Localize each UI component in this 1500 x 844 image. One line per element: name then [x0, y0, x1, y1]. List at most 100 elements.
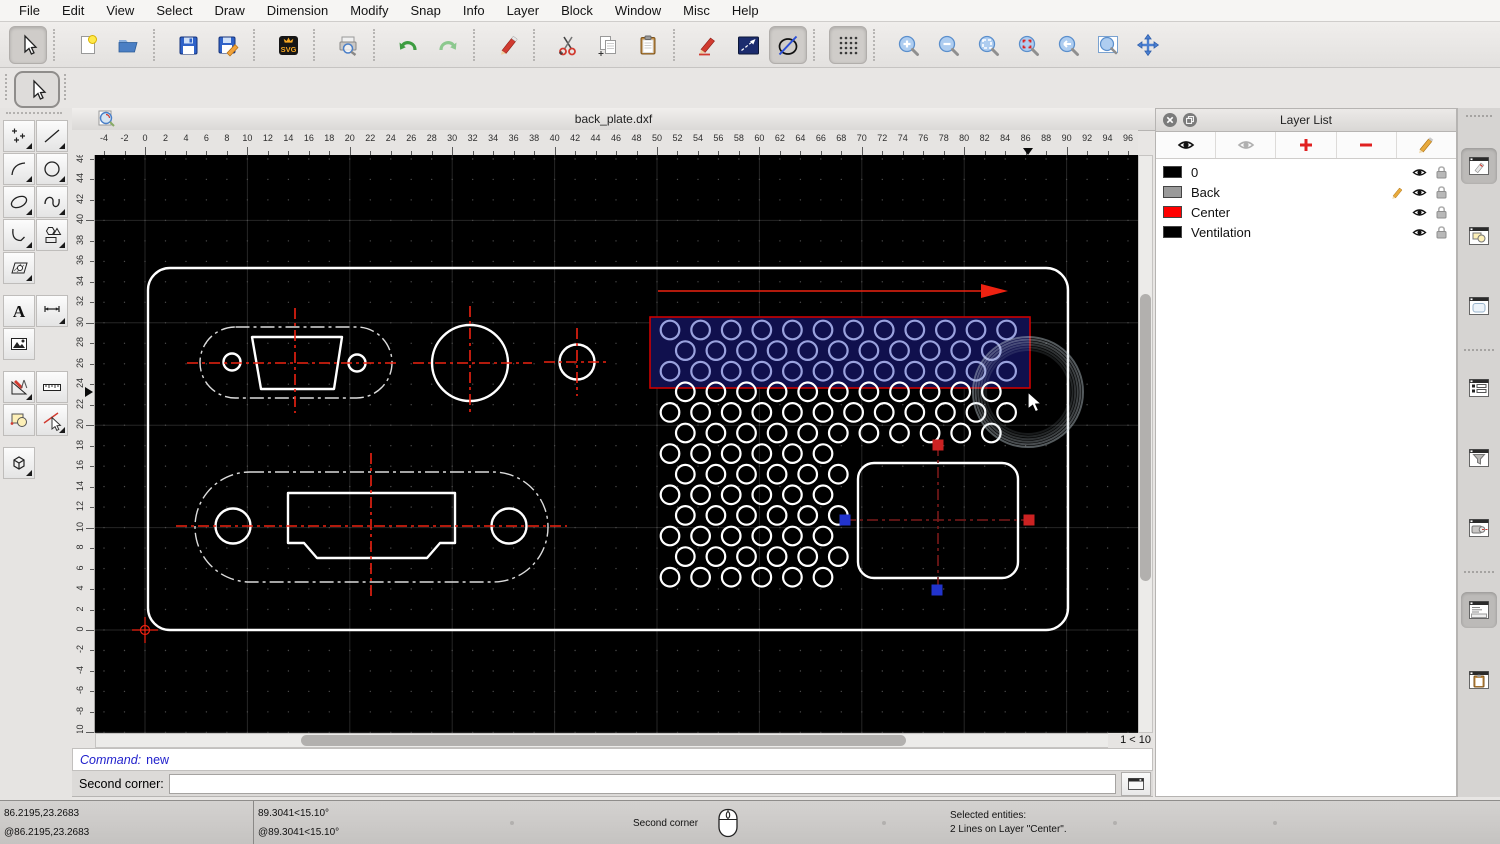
tool-ellipse-button[interactable] [3, 186, 35, 218]
vertical-scrollbar-thumb[interactable] [1140, 294, 1151, 581]
layer-row-back[interactable]: Back [1156, 182, 1456, 202]
layer-lock-icon[interactable] [1434, 225, 1449, 239]
library-browser-panel-button[interactable] [1461, 288, 1497, 324]
tool-hatch-button[interactable] [3, 252, 35, 284]
tool-line-button[interactable] [36, 120, 68, 152]
line-tool-button[interactable] [729, 26, 767, 64]
tool-circle-button[interactable] [36, 153, 68, 185]
hdmi-connector-cutout[interactable] [176, 453, 567, 597]
layer-row-ventilation[interactable]: Ventilation [1156, 222, 1456, 242]
menu-item-edit[interactable]: Edit [51, 3, 95, 18]
tool-arc-button[interactable] [3, 153, 35, 185]
ruler-label: 40 [549, 133, 560, 143]
tool-blocks-button[interactable] [3, 404, 35, 436]
layer-visibility-eye-icon[interactable] [1412, 227, 1427, 238]
zoom-window-button[interactable] [1089, 26, 1127, 64]
layer-visibility-eye-icon[interactable] [1412, 187, 1427, 198]
ventilation-holes[interactable] [659, 319, 1017, 588]
delete-button[interactable] [489, 26, 527, 64]
command-input[interactable] [168, 773, 1116, 794]
print-preview-button[interactable] [329, 26, 367, 64]
tool-spline-button[interactable] [36, 186, 68, 218]
show-all-layers-button[interactable] [1156, 132, 1217, 158]
rounded-cutout[interactable] [845, 445, 1030, 590]
menu-item-select[interactable]: Select [145, 3, 203, 18]
layer-lock-icon[interactable] [1434, 185, 1449, 199]
grid-toggle-button[interactable] [829, 25, 867, 64]
zoom-previous-button[interactable] [1049, 26, 1087, 64]
vertical-scrollbar[interactable] [1138, 155, 1153, 733]
layer-list-panel-button[interactable] [1461, 148, 1497, 184]
menu-item-dimension[interactable]: Dimension [256, 3, 339, 18]
tool-dimension-button[interactable] [36, 295, 68, 327]
clipboard-panel-button[interactable] [1461, 662, 1497, 698]
drawing-canvas[interactable] [95, 155, 1138, 734]
save-button[interactable] [169, 26, 207, 64]
tool-modify-button[interactable] [3, 371, 35, 403]
layer-visibility-eye-icon[interactable] [1412, 207, 1427, 218]
circle-line-tool-button[interactable] [769, 25, 807, 64]
ruler-label: 14 [283, 133, 294, 143]
menu-item-misc[interactable]: Misc [672, 3, 721, 18]
new-file-button[interactable] [69, 26, 107, 64]
edit-attributes-button[interactable] [689, 26, 727, 64]
layer-lock-icon[interactable] [1434, 165, 1449, 179]
menu-item-block[interactable]: Block [550, 3, 604, 18]
cut-button[interactable] [549, 26, 587, 64]
menu-item-view[interactable]: View [95, 3, 145, 18]
block-list-panel-button[interactable] [1461, 218, 1497, 254]
dsub-connector-cutout[interactable] [187, 308, 397, 413]
menu-item-window[interactable]: Window [604, 3, 672, 18]
menu-item-modify[interactable]: Modify [339, 3, 399, 18]
layer-row-center[interactable]: Center [1156, 202, 1456, 222]
menu-item-snap[interactable]: Snap [400, 3, 452, 18]
menu-item-layer[interactable]: Layer [496, 3, 551, 18]
zoom-auto-button[interactable] [969, 26, 1007, 64]
tool-image-button[interactable] [3, 328, 35, 360]
zoom-out-button[interactable] [929, 26, 967, 64]
selection-filter-panel-button[interactable] [1461, 440, 1497, 476]
menu-item-help[interactable]: Help [721, 3, 770, 18]
remove-layer-button[interactable] [1337, 132, 1397, 158]
layer-list-header: Layer List [1156, 109, 1456, 132]
selection-pointer-tool[interactable] [14, 71, 60, 108]
tool-shapes-button[interactable] [36, 219, 68, 251]
tool-measure-button[interactable] [36, 371, 68, 403]
ruler-label: 30 [447, 133, 458, 143]
tool-points-button[interactable] [3, 120, 35, 152]
zoom-selection-button[interactable] [1009, 26, 1047, 64]
horizontal-scrollbar[interactable] [95, 733, 1110, 748]
tool-box3d-button[interactable] [3, 447, 35, 479]
tool-polyline-button[interactable] [3, 219, 35, 251]
layer-row-0[interactable]: 0 [1156, 162, 1456, 182]
zoom-pan-button[interactable] [1129, 26, 1167, 64]
copy-button[interactable] [589, 26, 627, 64]
zoom-in-button[interactable] [889, 26, 927, 64]
save-as-button[interactable] [209, 26, 247, 64]
entity-list-panel-button[interactable] [1461, 370, 1497, 406]
tool-select-entity-button[interactable] [36, 404, 68, 436]
horizontal-scrollbar-thumb[interactable] [301, 735, 906, 746]
direction-arrow[interactable] [658, 284, 1008, 298]
menu-item-draw[interactable]: Draw [203, 3, 255, 18]
layer-lock-icon[interactable] [1434, 205, 1449, 219]
hide-all-layers-button[interactable] [1216, 132, 1277, 158]
redo-button[interactable] [429, 26, 467, 64]
edit-layer-button[interactable] [1397, 132, 1456, 158]
detach-command-line-button[interactable] [1121, 771, 1151, 796]
command-line-panel-button[interactable] [1461, 592, 1497, 628]
selection-pointer-button[interactable] [9, 25, 47, 64]
paste-button[interactable] [629, 26, 667, 64]
horizontal-ruler: -4 -2 0 2 4 6 8 10 12 14 16 18 20 22 24 26 28 30 32 34 36 38 4… [95, 130, 1138, 156]
undo-button[interactable] [389, 26, 427, 64]
ruler-label: 2 [75, 606, 85, 612]
add-layer-button[interactable] [1276, 132, 1337, 158]
open-file-button[interactable] [109, 26, 147, 64]
layer-visibility-eye-icon[interactable] [1412, 167, 1427, 178]
small-hole[interactable] [544, 328, 609, 396]
export-svg-button[interactable]: SVG [269, 26, 307, 64]
view-options-panel-button[interactable] [1461, 510, 1497, 546]
menu-item-info[interactable]: Info [452, 3, 496, 18]
tool-text-button[interactable]: A [3, 295, 35, 327]
menu-item-file[interactable]: File [8, 3, 51, 18]
